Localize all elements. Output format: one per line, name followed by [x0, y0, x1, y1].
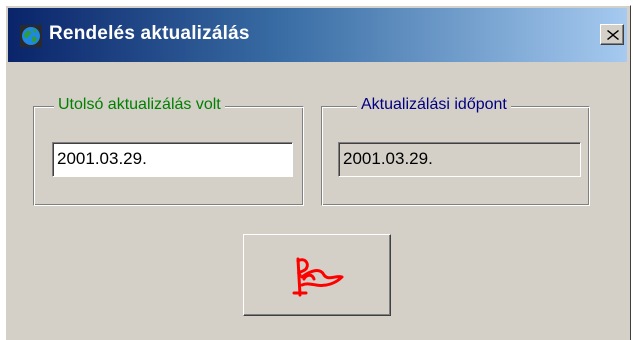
update-time-label: Aktualizálási időpont [357, 96, 511, 114]
last-update-label: Utolsó aktualizálás volt [54, 96, 225, 114]
last-update-field[interactable]: 2001.03.29. [52, 142, 293, 177]
last-update-group: Utolsó aktualizálás volt 2001.03.29. [33, 96, 304, 206]
update-time-field: 2001.03.29. [338, 142, 581, 177]
red-flag-icon [292, 257, 344, 297]
close-button[interactable] [600, 24, 624, 45]
window-title: Rendelés aktualizálás [49, 23, 250, 44]
close-icon [607, 30, 619, 40]
title-bar[interactable]: Rendelés aktualizálás [8, 8, 627, 62]
start-update-button[interactable] [243, 234, 391, 316]
globe-icon [20, 25, 42, 47]
dialog-window: Rendelés aktualizálás Utolsó aktualizálá… [5, 5, 631, 340]
update-time-group: Aktualizálási időpont 2001.03.29. [321, 96, 590, 206]
